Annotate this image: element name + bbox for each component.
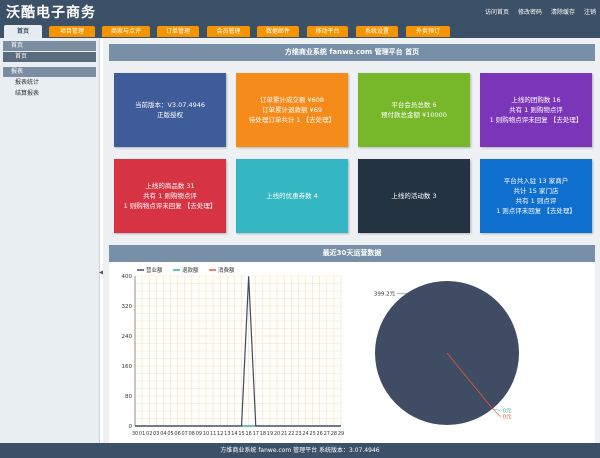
x-tick-label: 27 xyxy=(324,431,330,437)
tab-system[interactable]: 系统设置 xyxy=(356,26,398,37)
x-tick-label: 24 xyxy=(302,431,308,437)
card-text: 共有 1 则购物点评 xyxy=(509,106,563,114)
x-tick-label: 20 xyxy=(274,431,280,437)
sidebar: 首页 首页 报表 报表统计 结算报表 xyxy=(0,38,100,443)
stats-title: 最近30天运营数据 xyxy=(109,245,595,262)
page-title: 方维商业系统 fanwe.com 管理平台 首页 xyxy=(109,44,595,61)
y-tick-label: 160 xyxy=(122,364,133,370)
pie-label: 0元 xyxy=(503,408,512,415)
top-header: 沃酷电子商务 访问首页 修改密码 清除缓存 注销 首页 项目管理 商家与点评 订… xyxy=(0,0,600,38)
card-text: 待处理订单共计 1 【去处理】 xyxy=(248,116,336,124)
sidebar-group-home[interactable]: 首页 xyxy=(3,41,96,51)
link-change-password[interactable]: 修改密码 xyxy=(518,7,542,16)
line-chart: 40032024016080030 01 02 03 04 05 06 07 08 09 10 11 1… xyxy=(122,266,345,437)
card-merchants[interactable]: 平台共入驻 13 家商户 共计 15 家门店 共有 1 则点评 1 则点评未回复… xyxy=(480,159,592,233)
card-text: 平台共入驻 13 家商户 xyxy=(503,177,569,185)
card-text: 预付款总金额 ¥10000 xyxy=(381,111,447,119)
main-content: 方维商业系统 fanwe.com 管理平台 首页 当前版本：V3.07.4946… xyxy=(103,38,600,443)
x-tick-label: 12 xyxy=(217,431,223,437)
card-members[interactable]: 平台会员总数 6 预付款总金额 ¥10000 xyxy=(358,73,470,147)
x-tick-label: 16 xyxy=(245,431,251,437)
link-clear-cache[interactable]: 清除缓存 xyxy=(551,7,575,16)
x-tick-label: 26 xyxy=(317,431,323,437)
tab-orders[interactable]: 订单管理 xyxy=(157,26,199,37)
link-visit-home[interactable]: 访问首页 xyxy=(485,7,509,16)
x-tick-label: 22 xyxy=(288,431,294,437)
card-text: 共有 1 则购物点评 xyxy=(143,192,197,200)
x-tick-label: 15 xyxy=(238,431,244,437)
card-text: 1 则购物点评未回复 【去处理】 xyxy=(489,116,583,124)
x-tick-label: 03 xyxy=(153,431,159,437)
y-tick-label: 0 xyxy=(129,424,133,430)
legend-label: 退款额 xyxy=(182,266,199,274)
x-tick-label: 06 xyxy=(174,431,180,437)
card-text: 上线的团购数 16 xyxy=(511,96,561,104)
tab-merchants[interactable]: 商家与点评 xyxy=(102,26,150,37)
legend-label: 消费额 xyxy=(218,266,235,274)
x-tick-label: 01 xyxy=(139,431,145,437)
x-tick-label: 14 xyxy=(231,431,237,437)
card-text: 上线的商品数 31 xyxy=(145,182,195,190)
legend-label: 营业额 xyxy=(146,266,163,274)
card-groupbuy[interactable]: 上线的团购数 16 共有 1 则购物点评 1 则购物点评未回复 【去处理】 xyxy=(480,73,592,147)
x-tick-label: 07 xyxy=(182,431,188,437)
tab-mobile[interactable]: 移动平台 xyxy=(307,26,348,37)
card-text: 1 则购物点评未回复 【去处理】 xyxy=(123,202,217,210)
card-products[interactable]: 上线的商品数 31 共有 1 则购物点评 1 则购物点评未回复 【去处理】 xyxy=(114,159,226,233)
chart-panel: 400 320 240 160 80 0 30 01 02 03 04 05 06 07 08 09 10 11 1… xyxy=(109,262,595,443)
card-orders[interactable]: 订单累计成交额 ¥608 订单累计退款额 ¥69 待处理订单共计 1 【去处理】 xyxy=(236,73,348,147)
tab-members[interactable]: 会员管理 xyxy=(207,26,250,37)
card-coupons[interactable]: 上线的优惠券数 4 xyxy=(236,159,348,233)
x-tick-label: 17 xyxy=(253,431,259,437)
x-tick-label: 04 xyxy=(160,431,166,437)
x-tick-label: 21 xyxy=(281,431,287,437)
sidebar-group-reports[interactable]: 报表 xyxy=(3,67,96,77)
y-tick-label: 240 xyxy=(122,334,133,340)
pie-label: 399.2元 xyxy=(374,290,396,297)
x-tick-label: 29 xyxy=(338,431,344,437)
card-text: 订单累计成交额 ¥608 xyxy=(259,96,325,104)
tab-takeout[interactable]: 外卖预订 xyxy=(406,26,450,37)
footer: 方维商业系统 fanwe.com 管理平台 系统版本：3.07.4946 xyxy=(0,443,600,458)
x-tick-label: 23 xyxy=(295,431,301,437)
y-tick-label: 400 xyxy=(122,274,133,280)
sidebar-item-home[interactable]: 首页 xyxy=(3,52,96,62)
y-tick-label: 320 xyxy=(122,304,133,310)
main-nav: 首页 项目管理 商家与点评 订单管理 会员管理 数据邮件 移动平台 系统设置 外… xyxy=(0,24,600,38)
card-events[interactable]: 上线的活动数 3 xyxy=(358,159,470,233)
card-text: 订单累计退款额 ¥69 xyxy=(262,106,322,114)
y-tick-label: 80 xyxy=(125,394,132,400)
brand-logo: 沃酷电子商务 xyxy=(6,5,96,21)
x-tick-label: 08 xyxy=(189,431,195,437)
x-tick-label: 11 xyxy=(210,431,216,437)
top-links: 访问首页 修改密码 清除缓存 注销 xyxy=(485,7,596,16)
pie-chart: 399.2元 0元0元 xyxy=(374,281,519,425)
x-tick-label: 05 xyxy=(167,431,173,437)
x-tick-label: 13 xyxy=(224,431,230,437)
tab-projects[interactable]: 项目管理 xyxy=(49,26,95,37)
x-tick-label: 28 xyxy=(331,431,337,437)
x-tick-label: 18 xyxy=(260,431,266,437)
tab-data-mail[interactable]: 数据邮件 xyxy=(257,26,299,37)
link-logout[interactable]: 注销 xyxy=(584,7,596,16)
card-version[interactable]: 当前版本：V3.07.4946 正版授权 xyxy=(114,73,226,147)
pie-label: 0元 xyxy=(503,414,512,421)
card-text: 共计 15 家门店 xyxy=(513,187,559,195)
x-tick-label: 09 xyxy=(196,431,202,437)
card-text: 上线的优惠券数 4 xyxy=(266,192,318,200)
sidebar-item-report-stats[interactable]: 报表统计 xyxy=(3,78,96,88)
x-tick-label: 30 xyxy=(132,431,138,437)
x-tick-label: 10 xyxy=(203,431,209,437)
sidebar-item-settlement-report[interactable]: 结算报表 xyxy=(3,89,96,99)
x-tick-label: 25 xyxy=(309,431,315,437)
card-text: 正版授权 xyxy=(157,111,183,119)
card-text: 平台会员总数 6 xyxy=(391,101,437,109)
tab-home[interactable]: 首页 xyxy=(4,25,42,38)
x-tick-label: 19 xyxy=(267,431,273,437)
card-text: 当前版本：V3.07.4946 xyxy=(134,101,206,109)
card-text: 1 则点评未回复 【去处理】 xyxy=(496,207,576,215)
x-tick-label: 02 xyxy=(146,431,152,437)
card-text: 上线的活动数 3 xyxy=(391,192,437,200)
card-text: 共有 1 则点评 xyxy=(515,197,557,205)
